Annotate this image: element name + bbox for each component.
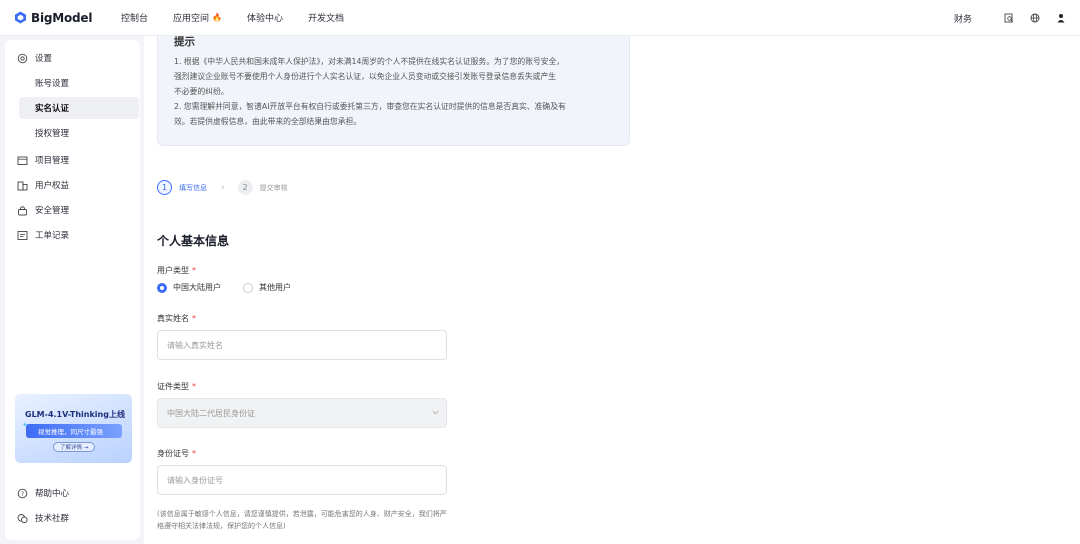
- radio-mainland-user-label[interactable]: 中国大陆用户: [173, 282, 221, 293]
- id-number-placeholder: 请输入身份证号: [167, 475, 223, 485]
- privacy-hint: (该信息属于敏感个人信息，请您谨慎提供，若泄露，可能危害您的人身、财产安全，我们…: [157, 510, 447, 530]
- sidebar-item-label: 帮助中心: [35, 489, 70, 499]
- nav-experience[interactable]: 体验中心: [247, 11, 283, 24]
- step-2-circle: 2: [237, 180, 253, 195]
- required-mark: *: [192, 314, 196, 323]
- notice-box: 提示 1. 根据《中华人民共和国未成年人保护法》，对未满14周岁的个人不提供在线…: [157, 36, 630, 146]
- id-number-input[interactable]: 请输入身份证号: [157, 465, 447, 495]
- nav-experience-label: 体验中心: [247, 14, 284, 24]
- sidebar-item-security[interactable]: 安全管理: [17, 199, 69, 221]
- notice-title: 提示: [174, 36, 195, 48]
- user-type-label-text: 用户类型: [157, 266, 189, 275]
- promo-banner[interactable]: GLM-4.1V-Thinking上线 ✦ 视觉推理，同尺寸最强 了解详情 →: [15, 394, 132, 463]
- nav-app-space[interactable]: 应用空间 🔥: [173, 11, 222, 24]
- sidebar-item-community[interactable]: 技术社群: [17, 507, 69, 529]
- radio-mainland-user[interactable]: [157, 282, 167, 293]
- building-icon: [17, 180, 28, 191]
- sidebar-item-label: 工单记录: [35, 231, 70, 241]
- section-title: 个人基本信息: [157, 234, 230, 248]
- step-indicator: 1 填写信息 › 2 提交审核: [157, 180, 288, 195]
- nav-console-label: 控制台: [121, 14, 149, 24]
- chat-icon: [17, 513, 28, 524]
- sidebar-item-label: 设置: [35, 54, 53, 64]
- step-1-circle: 1: [157, 180, 172, 195]
- question-icon: ?: [17, 488, 28, 499]
- sidebar-item-label: 技术社群: [35, 514, 70, 524]
- logo-icon: [14, 11, 27, 24]
- main-nav: 控制台 应用空间 🔥 体验中心 开发文档: [121, 11, 369, 24]
- notice-line: 效。若提供虚假信息，由此带来的全部结果由您承担。: [174, 117, 362, 126]
- radio-other-user[interactable]: [243, 282, 253, 293]
- id-number-label-text: 身份证号: [157, 449, 189, 458]
- sidebar-item-label: 实名认证: [35, 104, 70, 114]
- nav-console[interactable]: 控制台: [121, 11, 148, 24]
- flame-icon: 🔥: [212, 13, 222, 22]
- sidebar-item-label: 授权管理: [35, 129, 70, 139]
- radio-other-user-label[interactable]: 其他用户: [259, 282, 291, 293]
- sidebar-item-benefits[interactable]: 用户权益: [17, 174, 69, 196]
- main-content: 提示 1. 根据《中华人民共和国未成年人保护法》，对未满14周岁的个人不提供在线…: [144, 36, 1080, 544]
- gear-icon: [17, 53, 28, 64]
- notice-line: 2. 您需理解并同意，智谱AI开放平台有权自行或委托第三方，审查您在实名认证时提…: [174, 102, 566, 111]
- user-icon[interactable]: [1056, 13, 1066, 23]
- step-1-label: 填写信息: [179, 183, 207, 192]
- folder-icon: [17, 155, 28, 166]
- finance-link[interactable]: 财务: [954, 12, 972, 25]
- ticket-icon: [17, 230, 28, 241]
- sidebar-item-help[interactable]: ? 帮助中心: [17, 482, 69, 504]
- nav-app-space-label: 应用空间: [173, 14, 210, 24]
- chevron-down-icon: [432, 410, 439, 415]
- globe-icon[interactable]: [1030, 13, 1040, 23]
- svg-text:?: ?: [21, 490, 24, 497]
- sidebar-item-settings[interactable]: 设置: [17, 47, 52, 69]
- sidebar-item-projects[interactable]: 项目管理: [17, 149, 69, 171]
- sidebar-item-label: 安全管理: [35, 206, 70, 216]
- nav-docs-label: 开发文档: [308, 14, 345, 24]
- user-type-label: 用户类型 *: [157, 265, 196, 276]
- notice-line: 1. 根据《中华人民共和国未成年人保护法》，对未满14周岁的个人不提供在线实名认…: [174, 57, 565, 66]
- notice-line: 强烈建议企业账号不要使用个人身份进行个人实名认证，以免企业人员变动或交接引发账号…: [174, 72, 557, 81]
- promo-subtitle: 视觉推理，同尺寸最强: [26, 424, 122, 438]
- id-type-select[interactable]: 中国大陆二代居民身份证: [157, 398, 447, 428]
- sidebar-item-tickets[interactable]: 工单记录: [17, 224, 69, 246]
- required-mark: *: [192, 382, 196, 391]
- nav-docs[interactable]: 开发文档: [308, 11, 344, 24]
- required-mark: *: [192, 449, 196, 458]
- name-label-text: 真实姓名: [157, 314, 189, 323]
- id-type-value: 中国大陆二代居民身份证: [167, 408, 255, 418]
- real-name-placeholder: 请输入真实姓名: [167, 340, 223, 350]
- sidebar-item-label: 用户权益: [35, 181, 70, 191]
- id-number-label: 身份证号 *: [157, 448, 196, 459]
- required-mark: *: [192, 266, 196, 275]
- promo-learn-more-button[interactable]: 了解详情 →: [53, 442, 96, 452]
- sidebar-item-label: 账号设置: [35, 79, 70, 89]
- id-type-label: 证件类型 *: [157, 381, 196, 392]
- user-type-radio-group: 中国大陆用户 其他用户: [157, 282, 313, 293]
- search-doc-icon[interactable]: [1004, 13, 1014, 23]
- real-name-input[interactable]: 请输入真实姓名: [157, 330, 447, 360]
- promo-title: GLM-4.1V-Thinking上线: [25, 410, 125, 419]
- notice-line: 不必要的纠纷。: [174, 87, 229, 96]
- sidebar-item-real-name[interactable]: 实名认证: [35, 97, 69, 119]
- step-2-label: 提交审核: [259, 183, 288, 192]
- logo-text: BigModel: [31, 10, 93, 25]
- top-bar: BigModel 控制台 应用空间 🔥 体验中心 开发文档 财务: [0, 0, 1080, 36]
- lock-icon: [17, 205, 28, 216]
- sidebar: 设置 账号设置 实名认证 授权管理 项目管理 用户权益 安全管理 工单记录 GL…: [5, 40, 140, 540]
- sidebar-item-label: 项目管理: [35, 156, 70, 166]
- name-label: 真实姓名 *: [157, 313, 196, 324]
- logo[interactable]: BigModel: [14, 11, 112, 25]
- id-type-label-text: 证件类型: [157, 382, 189, 391]
- chevron-right-icon: ›: [221, 182, 225, 193]
- sidebar-item-authorization[interactable]: 授权管理: [35, 122, 69, 144]
- sidebar-item-account-settings[interactable]: 账号设置: [35, 72, 69, 94]
- top-right-tools: 财务: [954, 0, 1066, 36]
